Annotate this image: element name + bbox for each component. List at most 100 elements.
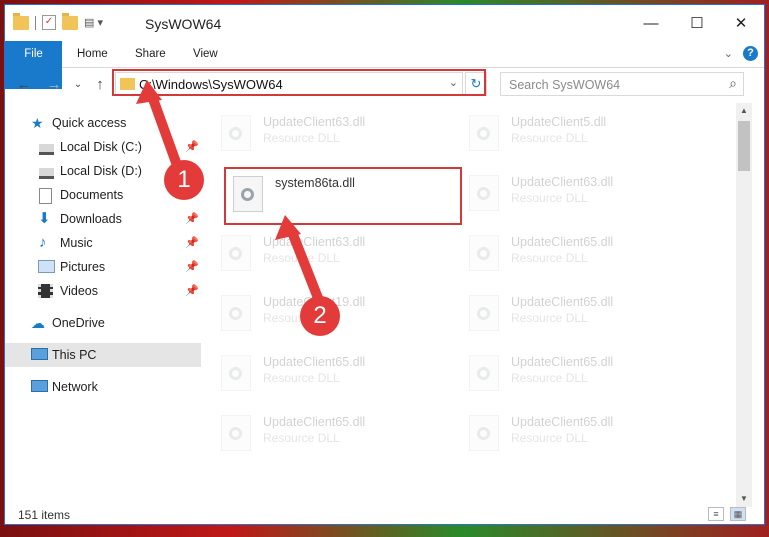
file-name: UpdateClient65.dll: [511, 355, 614, 369]
file-type: Resource DLL: [511, 431, 588, 445]
nav-label: Pictures: [60, 260, 106, 274]
large-icons-view-icon[interactable]: ▦: [730, 507, 746, 521]
dll-file-icon: [469, 415, 499, 451]
customize-icon[interactable]: ▤ ▾: [84, 16, 110, 30]
nav-item-onedrive[interactable]: ☁ OneDrive: [5, 311, 201, 335]
tab-view[interactable]: View: [180, 41, 231, 67]
file-type: Resource DLL: [263, 371, 340, 385]
file-item[interactable]: UpdateClient65.dll Resource DLL: [465, 229, 685, 277]
pin-icon[interactable]: 📌: [185, 231, 199, 255]
quick-access-toolbar: ✓ ▤ ▾: [13, 12, 110, 30]
nav-label: Network: [52, 380, 98, 394]
nav-item-downloads[interactable]: ⬇ Downloads 📌: [5, 207, 201, 231]
tab-home[interactable]: Home: [64, 41, 121, 67]
file-item[interactable]: UpdateClient63.dll Resource DLL: [465, 169, 685, 217]
minimize-button[interactable]: —: [628, 5, 674, 41]
file-name: UpdateClient63.dll: [511, 175, 614, 189]
drive-icon: [39, 168, 54, 179]
nav-item-pictures[interactable]: Pictures 📌: [5, 255, 201, 279]
pin-icon[interactable]: 📌: [185, 207, 199, 231]
file-name: UpdateClient65.dll: [511, 235, 614, 249]
nav-label: Music: [60, 236, 93, 250]
up-button[interactable]: ↑: [89, 74, 111, 96]
nav-label: Documents: [60, 188, 124, 202]
file-item[interactable]: UpdateClient63.dll Resource DLL: [217, 229, 437, 277]
nav-item-local-disk-c[interactable]: Local Disk (C:) 📌: [5, 135, 201, 159]
new-folder-icon[interactable]: [62, 12, 78, 30]
dll-file-icon: [469, 295, 499, 331]
dll-file-icon: [469, 235, 499, 271]
address-highlight-box: [112, 69, 486, 96]
download-icon: ⬇: [38, 210, 51, 227]
file-name: UpdateClient5.dll: [511, 115, 607, 129]
file-type: Resource DLL: [511, 191, 588, 205]
dll-file-icon: [221, 415, 251, 451]
search-input[interactable]: [507, 74, 721, 96]
file-type: Resource DLL: [263, 251, 340, 265]
scroll-thumb[interactable]: [738, 121, 750, 171]
close-button[interactable]: ✕: [718, 5, 764, 41]
nav-label: Videos: [60, 284, 98, 298]
details-view-icon[interactable]: ≡: [708, 507, 724, 521]
tab-share[interactable]: Share: [122, 41, 179, 67]
pin-icon[interactable]: 📌: [185, 255, 199, 279]
forward-button[interactable]: →: [43, 74, 65, 96]
vertical-scrollbar[interactable]: ▲ ▼: [736, 103, 752, 507]
nav-item-quick-access[interactable]: ★ Quick access: [5, 111, 201, 135]
dll-file-icon: [469, 175, 499, 211]
nav-label: Local Disk (C:): [60, 140, 142, 154]
nav-label: Quick access: [52, 116, 127, 130]
file-type: Resource DLL: [263, 431, 340, 445]
maximize-button[interactable]: ☐: [674, 5, 720, 41]
file-name: UpdateClient65.dll: [263, 355, 366, 369]
file-item[interactable]: UpdateClient65.dll Resource DLL: [217, 409, 437, 457]
back-button[interactable]: ←: [13, 74, 35, 96]
file-name: UpdateClient65.dll: [511, 295, 614, 309]
help-icon[interactable]: ?: [743, 46, 758, 61]
file-item[interactable]: UpdateClient5.dll Resource DLL: [465, 109, 685, 157]
file-type: Resource DLL: [511, 251, 588, 265]
dll-file-icon: [221, 235, 251, 271]
step-1-badge: 1: [164, 160, 204, 200]
file-item[interactable]: UpdateClient65.dll Resource DLL: [465, 409, 685, 457]
recent-locations-icon[interactable]: ⌄: [67, 74, 89, 96]
step-2-badge: 2: [300, 296, 340, 336]
search-icon: ⌕: [729, 75, 737, 91]
star-icon: ★: [31, 115, 44, 131]
nav-label: Local Disk (D:): [60, 164, 142, 178]
file-type: Resource DLL: [263, 131, 340, 145]
documents-icon: [39, 188, 52, 204]
expand-ribbon-icon[interactable]: ⌄: [724, 47, 733, 60]
window-title: SysWOW64: [145, 16, 222, 32]
folder-icon[interactable]: [13, 12, 29, 30]
file-item[interactable]: UpdateClient65.dll Resource DLL: [217, 349, 437, 397]
properties-icon[interactable]: ✓: [42, 15, 56, 30]
pc-icon: [31, 348, 48, 360]
nav-label: OneDrive: [52, 316, 105, 330]
search-box[interactable]: ⌕: [500, 72, 744, 96]
nav-item-this-pc[interactable]: This PC: [5, 343, 201, 367]
separator: [35, 15, 36, 30]
item-count: 151 items: [18, 508, 71, 522]
nav-item-network[interactable]: Network: [5, 375, 201, 399]
nav-item-videos[interactable]: Videos 📌: [5, 279, 201, 303]
file-name: UpdateClient63.dll: [263, 235, 366, 249]
file-item[interactable]: UpdateClient65.dll Resource DLL: [465, 289, 685, 337]
title-bar: ✓ ▤ ▾ SysWOW64 — ☐ ✕: [5, 5, 764, 41]
pictures-icon: [38, 260, 55, 273]
file-name: UpdateClient63.dll: [263, 115, 366, 129]
drive-icon: [39, 144, 54, 155]
cloud-icon: ☁: [31, 315, 45, 331]
dll-file-icon: [469, 115, 499, 151]
file-item[interactable]: UpdateClient63.dll Resource DLL: [217, 109, 437, 157]
nav-item-music[interactable]: ♪ Music 📌: [5, 231, 201, 255]
network-icon: [31, 380, 48, 392]
scroll-up-icon[interactable]: ▲: [736, 103, 752, 119]
file-item[interactable]: UpdateClient65.dll Resource DLL: [465, 349, 685, 397]
dll-file-icon: [221, 355, 251, 391]
pin-icon[interactable]: 📌: [185, 279, 199, 303]
pin-icon[interactable]: 📌: [185, 135, 199, 159]
dll-file-icon: [221, 115, 251, 151]
nav-label: This PC: [52, 348, 97, 362]
music-icon: ♪: [39, 234, 47, 251]
